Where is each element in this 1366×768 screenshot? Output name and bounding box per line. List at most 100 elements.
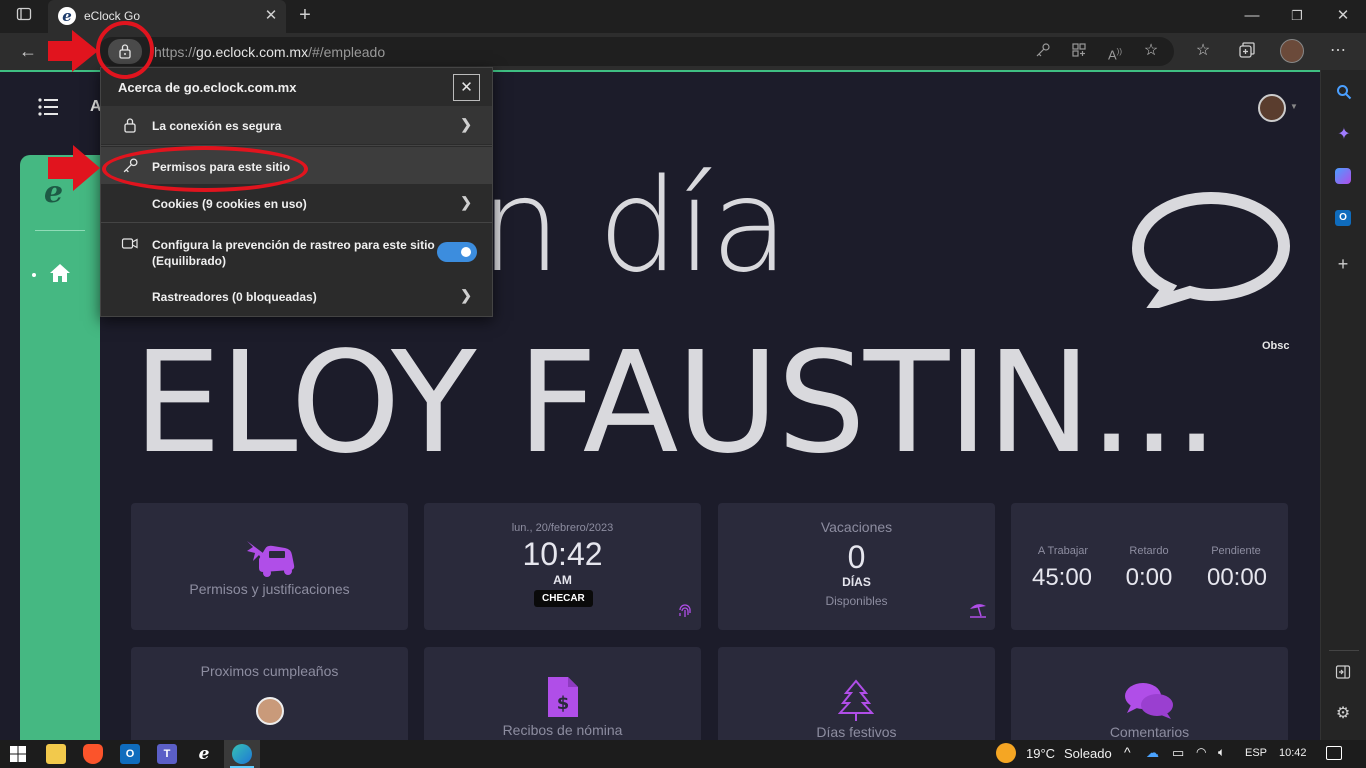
trabajar-value: 45:00 xyxy=(1031,564,1093,591)
retardo-label: Retardo xyxy=(1129,545,1169,557)
trackers-label: Rastreadores (0 bloqueadas) xyxy=(152,290,317,304)
close-tab-icon[interactable]: ✕ xyxy=(260,6,282,26)
annotation-arrow-icon xyxy=(48,145,100,191)
obsc-label[interactable]: Obsc xyxy=(1262,340,1290,352)
windows-start-icon[interactable] xyxy=(10,746,26,762)
taskbar-clock[interactable]: 10:42 xyxy=(1279,747,1307,759)
url-field[interactable]: https://go.eclock.com.mx/#/empleado A)) … xyxy=(98,37,1174,66)
tracking-toggle[interactable] xyxy=(437,242,477,262)
chevron-up-icon[interactable]: ^ xyxy=(1124,744,1131,760)
eclock-taskbar-icon[interactable]: e xyxy=(194,744,214,764)
current-time: 10:42 xyxy=(522,536,603,572)
profile-avatar[interactable] xyxy=(1280,39,1304,63)
vacaciones-count: 0 xyxy=(847,539,866,575)
festivos-card[interactable]: Días festivos xyxy=(718,647,995,740)
sidebar-divider xyxy=(35,230,85,231)
key-icon[interactable] xyxy=(1032,42,1054,62)
chevron-right-icon: ❯ xyxy=(460,287,472,303)
more-options-icon[interactable]: ⋯ xyxy=(1327,41,1349,61)
brave-browser-icon[interactable] xyxy=(83,744,103,764)
onedrive-cloud-icon[interactable]: ☁ xyxy=(1146,745,1159,761)
annotation-circle-permissions xyxy=(102,146,308,192)
pendiente-value: 00:00 xyxy=(1206,564,1268,591)
copilot-icon[interactable] xyxy=(1335,168,1351,184)
tree-icon xyxy=(838,679,874,721)
collapse-sidebar-icon[interactable] xyxy=(1332,664,1354,684)
invoice-icon: $ xyxy=(548,677,578,717)
sun-weather-icon[interactable] xyxy=(996,743,1016,763)
favorites-icon[interactable]: ☆ xyxy=(1192,41,1214,61)
annotation-circle-lock xyxy=(96,21,154,79)
am-pm: AM xyxy=(553,573,572,587)
eclock-favicon-icon: e xyxy=(58,7,76,25)
windows-taskbar: O T e 19°C Soleado ^ ☁ ▭ ◠ 🔈︎ ESP 10:42 xyxy=(0,740,1366,768)
home-icon[interactable] xyxy=(49,263,71,288)
search-icon[interactable] xyxy=(1333,84,1355,104)
browser-tab[interactable]: e eClock Go ✕ xyxy=(48,0,286,33)
comentarios-card[interactable]: Comentarios xyxy=(1011,647,1288,740)
fingerprint-icon xyxy=(679,604,691,617)
trackers-row[interactable]: Rastreadores (0 bloqueadas) ❯ xyxy=(101,277,492,315)
festivos-label: Días festivos xyxy=(816,724,897,740)
volume-icon[interactable]: 🔈︎ xyxy=(1218,745,1225,760)
add-favorite-icon[interactable]: ☆ xyxy=(1140,41,1162,61)
permisos-label: Permisos y justificaciones xyxy=(189,581,350,597)
vacaciones-sub: Disponibles xyxy=(825,594,888,608)
beach-umbrella-icon xyxy=(970,604,986,618)
chat-bubble-icon[interactable] xyxy=(1130,190,1292,308)
settings-gear-icon[interactable]: ⚙ xyxy=(1332,704,1354,724)
edge-taskbar-active[interactable] xyxy=(224,740,260,768)
vacaciones-card[interactable]: Vacaciones 0 DÍAS Disponibles xyxy=(718,503,995,630)
avatar-chevron-down-icon[interactable]: ▼ xyxy=(1290,102,1298,111)
battery-icon[interactable]: ▭ xyxy=(1172,745,1184,761)
minimize-icon[interactable]: — xyxy=(1241,6,1263,26)
notification-center-icon[interactable] xyxy=(1326,746,1342,760)
horas-card: A Trabajar 45:00 Retardo 0:00 Pendiente … xyxy=(1011,503,1288,630)
restore-icon[interactable]: ❐ xyxy=(1286,6,1308,26)
svg-text:$: $ xyxy=(557,693,570,714)
current-date: lun., 20/febrero/2023 xyxy=(511,522,614,534)
collections-icon[interactable] xyxy=(1236,41,1258,61)
birthday-avatar[interactable] xyxy=(256,697,284,725)
wifi-icon[interactable]: ◠ xyxy=(1196,745,1206,759)
read-aloud-icon[interactable]: A)) xyxy=(1104,42,1126,62)
sparkle-icon[interactable]: ✦ xyxy=(1333,125,1355,145)
comments-icon xyxy=(1125,683,1173,719)
toggle-knob xyxy=(461,247,471,257)
recibos-label: Recibos de nómina xyxy=(502,722,623,738)
pendiente-label: Pendiente xyxy=(1211,545,1261,557)
cumple-label: Proximos cumpleaños xyxy=(200,663,339,679)
tracking-label-line1: Configura la prevención de rastreo para … xyxy=(152,238,435,252)
recibos-card[interactable]: $ Recibos de nómina xyxy=(424,647,701,740)
new-tab-icon[interactable]: + xyxy=(294,5,316,25)
car-crash-icon xyxy=(247,541,295,577)
popup-divider xyxy=(101,222,492,223)
outlook-taskbar-icon[interactable]: O xyxy=(120,744,140,764)
cumple-card[interactable]: Proximos cumpleaños xyxy=(131,647,408,740)
tracking-prevention-row: Configura la prevención de rastreo para … xyxy=(101,224,492,272)
secure-connection-row[interactable]: La conexión es segura ❯ xyxy=(101,106,492,144)
back-arrow-icon[interactable]: ← xyxy=(17,41,39,61)
cookies-label: Cookies (9 cookies en uso) xyxy=(152,197,307,211)
outlook-icon[interactable]: O xyxy=(1335,210,1351,226)
menu-list-icon[interactable] xyxy=(38,98,58,121)
tab-bar: e eClock Go ✕ + — ❐ ✕ xyxy=(0,0,1366,33)
close-window-icon[interactable]: ✕ xyxy=(1332,6,1354,26)
tracking-label-line2: (Equilibrado) xyxy=(152,254,226,268)
vacaciones-label: Vacaciones xyxy=(820,519,893,535)
language-indicator[interactable]: ESP xyxy=(1245,747,1267,759)
apps-icon[interactable] xyxy=(1068,42,1090,62)
retardo-value: 0:00 xyxy=(1125,564,1173,591)
popup-close-button[interactable]: ✕ xyxy=(453,74,480,101)
permisos-card[interactable]: Permisos y justificaciones xyxy=(131,503,408,630)
lock-icon xyxy=(124,118,136,133)
teams-icon[interactable]: T xyxy=(157,744,177,764)
tab-actions-icon[interactable] xyxy=(13,6,35,26)
weather-desc[interactable]: Soleado xyxy=(1064,746,1112,761)
vacaciones-unit: DÍAS xyxy=(842,575,871,589)
weather-temp[interactable]: 19°C xyxy=(1026,746,1055,761)
file-explorer-icon[interactable] xyxy=(46,744,66,764)
add-icon[interactable]: + xyxy=(1332,254,1354,274)
checar-button[interactable]: CHECAR xyxy=(534,590,593,607)
user-avatar[interactable] xyxy=(1258,94,1286,122)
